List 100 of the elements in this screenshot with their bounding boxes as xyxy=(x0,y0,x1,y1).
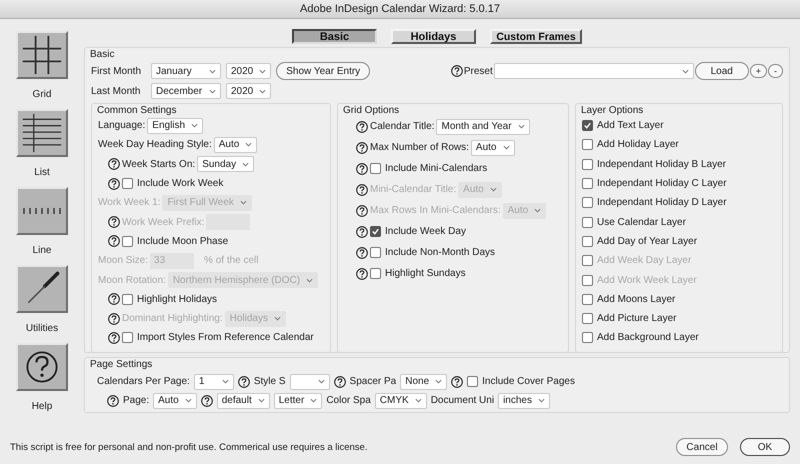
show-year-entry-button[interactable]: Show Year Entry xyxy=(276,62,370,80)
help-icon[interactable] xyxy=(108,332,120,344)
help-icon[interactable] xyxy=(108,293,120,306)
field-label: Color Spa xyxy=(326,395,371,406)
caret-icon xyxy=(318,379,325,384)
dropdown[interactable]: None xyxy=(400,374,448,390)
checkbox[interactable] xyxy=(370,163,381,174)
checkbox[interactable] xyxy=(122,236,133,247)
field-label: Work Week 1: xyxy=(98,197,160,208)
sidebar-label: Line xyxy=(32,245,52,256)
help-icon[interactable] xyxy=(356,142,368,154)
checkbox-label: Add Holiday Layer xyxy=(597,139,679,150)
window-title: Adobe InDesign Calendar Wizard: 5.0.17 xyxy=(300,3,500,15)
checkbox[interactable] xyxy=(582,332,593,344)
field-label: Moon Size: xyxy=(98,255,148,266)
sidebar-label: Grid xyxy=(32,89,52,100)
field-label: Style S xyxy=(254,376,286,387)
checkbox-label: Include Mini-Calendars xyxy=(385,163,488,174)
caret-icon xyxy=(534,208,542,213)
checkbox[interactable] xyxy=(467,376,478,387)
help-icon[interactable] xyxy=(200,394,213,406)
add-button[interactable]: + xyxy=(750,64,767,78)
dropdown[interactable]: default xyxy=(216,392,270,408)
dropdown[interactable]: CMYK xyxy=(374,392,427,408)
sidebar-button[interactable] xyxy=(16,343,68,391)
group-title: Page Settings xyxy=(90,359,152,370)
checkbox-label: Add Moons Layer xyxy=(597,294,676,305)
field-label: Max Number of Rows: xyxy=(370,142,469,153)
checkbox[interactable] xyxy=(582,139,593,150)
help-icon[interactable] xyxy=(107,394,119,406)
checkbox[interactable] xyxy=(582,236,593,247)
checkbox[interactable] xyxy=(582,178,593,190)
field-label: Work Week Prefix: xyxy=(122,216,204,228)
tab[interactable]: Holidays xyxy=(391,29,476,44)
checkbox[interactable] xyxy=(370,247,381,258)
dropdown[interactable]: English xyxy=(147,118,204,134)
checkbox[interactable] xyxy=(370,226,381,237)
license-note: This script is free for personal and non-profit use. Commerical use requires a license. xyxy=(10,442,368,452)
caret-icon xyxy=(258,398,265,403)
checkbox-label: Include Non-Month Days xyxy=(385,247,496,258)
dropdown[interactable]: 2020 xyxy=(226,83,272,99)
dropdown[interactable]: Auto xyxy=(214,136,258,153)
group-title: Grid Options xyxy=(343,105,400,116)
help-icon[interactable] xyxy=(334,376,346,388)
cancel-button[interactable]: Cancel xyxy=(676,438,728,456)
help-icon[interactable] xyxy=(108,235,120,248)
help-icon[interactable] xyxy=(356,246,368,258)
help-icon[interactable] xyxy=(450,65,463,77)
checkbox[interactable] xyxy=(122,294,133,305)
help-icon[interactable] xyxy=(108,158,120,170)
sidebar-button[interactable] xyxy=(16,265,68,313)
dropdown[interactable]: Sunday xyxy=(197,156,254,172)
checkbox[interactable] xyxy=(582,313,593,324)
field-label: Mini-Calendar Title: xyxy=(370,184,456,195)
remove-button[interactable]: - xyxy=(768,64,783,78)
dropdown[interactable]: 1 xyxy=(194,374,234,390)
checkbox[interactable] xyxy=(582,197,593,208)
caret-icon xyxy=(490,187,497,192)
field-label: Spacer Pa xyxy=(350,376,396,387)
dropdown[interactable]: Auto xyxy=(470,140,514,156)
sidebar-button[interactable] xyxy=(16,109,68,157)
checkbox[interactable] xyxy=(582,216,593,228)
sidebar-button[interactable] xyxy=(16,31,68,79)
dropdown[interactable]: December xyxy=(151,83,221,99)
help-icon[interactable] xyxy=(356,226,368,238)
help-icon[interactable] xyxy=(108,178,120,190)
checkbox[interactable] xyxy=(582,158,593,170)
caret-icon xyxy=(259,88,266,94)
help-icon[interactable] xyxy=(238,376,250,388)
dropdown[interactable]: Month and Year xyxy=(436,118,530,134)
checkbox[interactable] xyxy=(122,178,133,190)
tab[interactable]: Custom Frames xyxy=(490,29,582,44)
dropdown[interactable]: Letter xyxy=(274,392,322,408)
dropdown[interactable]: January xyxy=(151,63,221,79)
sidebar-label: Help xyxy=(32,401,52,412)
ok-button[interactable]: OK xyxy=(740,438,790,456)
checkbox[interactable] xyxy=(122,332,133,344)
help-icon[interactable] xyxy=(356,162,368,174)
checkbox[interactable] xyxy=(582,120,593,132)
checkbox-label: Include Moon Phase xyxy=(137,236,228,247)
help-icon[interactable] xyxy=(451,376,464,388)
group-title: Layer Options xyxy=(581,105,644,116)
help-icon[interactable] xyxy=(108,216,120,228)
help-icon[interactable] xyxy=(356,268,368,280)
help-icon[interactable] xyxy=(356,120,368,132)
field-label: Preset xyxy=(464,66,493,76)
load-button[interactable]: Load xyxy=(694,62,749,80)
help-icon[interactable] xyxy=(356,184,368,196)
dropdown[interactable]: 2020 xyxy=(226,63,272,79)
checkbox[interactable] xyxy=(370,268,381,279)
dropdown[interactable]: Auto xyxy=(153,392,197,408)
checkbox-label: Include Cover Pages xyxy=(482,376,575,387)
checkbox-label: Highlight Sundays xyxy=(385,268,466,279)
checkbox-label: Highlight Holidays xyxy=(137,294,218,305)
caret-icon xyxy=(184,398,192,403)
tab[interactable]: Basic xyxy=(292,29,377,44)
help-icon[interactable] xyxy=(356,204,368,216)
checkbox[interactable] xyxy=(582,294,593,305)
help-icon[interactable] xyxy=(108,312,120,325)
dropdown[interactable]: inches xyxy=(498,392,550,408)
